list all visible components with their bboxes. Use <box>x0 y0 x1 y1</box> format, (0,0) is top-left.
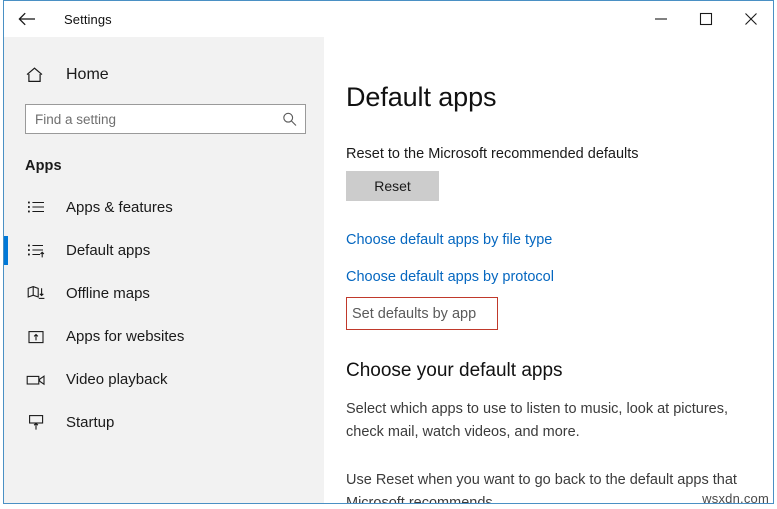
back-arrow-icon <box>18 12 35 26</box>
minimize-icon <box>654 18 667 20</box>
title-bar: Settings <box>4 1 773 37</box>
window-controls <box>638 1 773 37</box>
list-icon <box>25 197 47 219</box>
choose-paragraph-1: Select which apps to use to listen to mu… <box>346 400 729 440</box>
reset-description: Reset to the Microsoft recommended defau… <box>346 146 639 162</box>
main-pane: Default apps Reset to the Microsoft reco… <box>324 37 773 503</box>
set-defaults-by-app-label: Set defaults by app <box>352 305 477 322</box>
reset-button[interactable]: Reset <box>346 171 439 201</box>
selection-accent <box>4 408 8 437</box>
settings-window: Settings Home Find a setting Apps Apps &… <box>3 0 774 504</box>
home-label: Home <box>66 66 109 83</box>
sidebar-item-apps-features[interactable]: Apps & features <box>4 186 324 229</box>
close-icon <box>744 13 757 25</box>
selection-accent <box>4 279 8 308</box>
minimize-button[interactable] <box>638 1 683 37</box>
app-title: Settings <box>64 11 112 27</box>
sidebar-item-offline-maps[interactable]: Offline maps <box>4 272 324 315</box>
sidebar-item-label: Apps for websites <box>66 328 185 345</box>
search-box[interactable] <box>25 104 306 134</box>
monitor-up-arrow-icon <box>25 412 47 434</box>
link-choose-default-apps-by-protocol[interactable]: Choose default apps by protocol <box>346 269 554 285</box>
sidebar: Home Apps <box>4 37 324 503</box>
maximize-icon <box>699 12 712 26</box>
search-icon[interactable] <box>282 112 297 127</box>
list-arrow-icon <box>25 240 47 262</box>
sidebar-item-home[interactable]: Home <box>4 57 324 93</box>
selection-accent <box>4 322 8 351</box>
page-title: Default apps <box>346 82 497 112</box>
selection-accent <box>4 193 8 222</box>
selection-accent <box>4 236 8 265</box>
box-up-arrow-icon <box>25 326 47 348</box>
choose-paragraph-2: Use Reset when you want to go back to th… <box>346 471 737 503</box>
sidebar-section-header: Apps <box>25 158 62 174</box>
close-button[interactable] <box>728 1 773 37</box>
sidebar-item-label: Video playback <box>66 371 168 388</box>
window-content: Home Apps <box>4 37 773 503</box>
sidebar-item-label: Offline maps <box>66 285 150 302</box>
search-input[interactable] <box>26 105 305 133</box>
sidebar-item-default-apps[interactable]: Default apps <box>4 229 324 272</box>
sidebar-item-label: Startup <box>66 414 115 431</box>
video-camera-icon <box>25 369 47 391</box>
sidebar-nav-list: Apps & features Default apps Offline map… <box>4 186 324 444</box>
link-choose-default-apps-by-file-type[interactable]: Choose default apps by file type <box>346 232 552 248</box>
choose-your-default-apps-heading: Choose your default apps <box>346 360 563 381</box>
sidebar-item-label: Default apps <box>66 242 151 259</box>
map-download-icon <box>25 283 47 305</box>
set-defaults-by-app-highlight[interactable]: Set defaults by app <box>346 297 498 330</box>
sidebar-item-video-playback[interactable]: Video playback <box>4 358 324 401</box>
sidebar-item-apps-for-websites[interactable]: Apps for websites <box>4 315 324 358</box>
watermark: wsxdn.com <box>702 491 769 506</box>
back-button[interactable] <box>4 2 50 36</box>
maximize-button[interactable] <box>683 1 728 37</box>
sidebar-item-startup[interactable]: Startup <box>4 401 324 444</box>
home-icon <box>25 66 47 84</box>
selection-accent <box>4 365 8 394</box>
sidebar-item-label: Apps & features <box>66 199 173 216</box>
